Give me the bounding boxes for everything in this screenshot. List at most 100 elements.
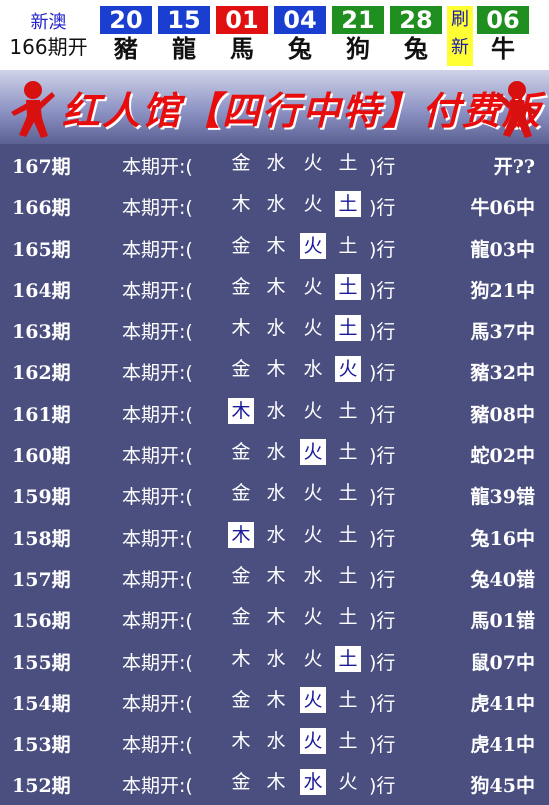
- period-label: 157期: [12, 568, 71, 591]
- element-3: 火: [300, 232, 326, 259]
- period-label: 155期: [12, 651, 71, 674]
- element-2: 木: [266, 358, 286, 381]
- element-3: 火: [303, 606, 323, 629]
- ball-2: 15 龍: [158, 6, 210, 66]
- element-2: 水: [266, 317, 286, 340]
- list-item: 152期 本期开:(金木水火)行 狗45中: [0, 763, 549, 804]
- element-1: 木: [231, 193, 251, 216]
- element-4: 火: [335, 356, 361, 383]
- result-label: 虎41中: [470, 734, 535, 757]
- element-4: 土: [335, 191, 361, 218]
- label-prefix: 本期开:(: [122, 486, 193, 509]
- list-item: 154期 本期开:(金木火土)行 虎41中: [0, 681, 549, 722]
- page: 新澳 166期开 20 豬 15 龍 01 馬 04 兔 21 狗 28 兔刷新 06 牛 红人馆【四行中…: [0, 0, 549, 800]
- issue-label: 166期开: [9, 35, 88, 59]
- result-label: 狗21中: [470, 279, 535, 302]
- list-item: 156期 本期开:(金木火土)行 馬01错: [0, 598, 549, 639]
- period-label: 160期: [12, 445, 71, 468]
- list-item: 163期 本期开:(木水火土)行 馬37中: [0, 309, 549, 350]
- ball-zodiac: 豬: [114, 35, 138, 63]
- label-prefix: 本期开:(: [122, 775, 193, 798]
- ball-number: 06: [477, 6, 529, 34]
- element-1: 金: [231, 152, 251, 174]
- result-label: 兔16中: [470, 527, 535, 550]
- label-suffix: )行: [369, 362, 396, 385]
- label-suffix: )行: [369, 734, 396, 757]
- result-label: 鼠07中: [470, 651, 535, 674]
- label-prefix: 本期开:(: [122, 692, 193, 715]
- element-1: 木: [231, 317, 251, 340]
- ball-4: 04 兔: [274, 6, 326, 66]
- ball-1: 20 豬: [100, 6, 152, 66]
- element-4: 土: [338, 399, 358, 422]
- element-2: 水: [266, 193, 286, 216]
- element-4: 土: [338, 234, 358, 257]
- element-3: 火: [303, 193, 323, 216]
- ball-zodiac: 狗: [346, 35, 370, 63]
- element-3: 火: [300, 728, 326, 755]
- element-2: 水: [266, 647, 286, 670]
- period-label: 156期: [12, 610, 71, 633]
- label-prefix: 本期开:(: [122, 403, 193, 426]
- ball-number: 15: [158, 6, 210, 34]
- result-label: 馬01错: [470, 610, 535, 633]
- label-suffix: )行: [369, 321, 396, 344]
- result-label: 开??: [493, 156, 535, 178]
- element-1: 金: [231, 234, 251, 257]
- label-prefix: 本期开:(: [122, 197, 193, 220]
- list-item: 164期 本期开:(金木火土)行 狗21中: [0, 268, 549, 309]
- label-suffix: )行: [369, 486, 396, 509]
- ball-zodiac: 兔: [288, 35, 312, 63]
- refresh-button[interactable]: 刷新: [447, 6, 473, 66]
- element-1: 木: [228, 397, 254, 424]
- label-suffix: )行: [369, 445, 396, 468]
- element-4: 土: [338, 482, 358, 505]
- label-prefix: 本期开:(: [122, 527, 193, 550]
- element-4: 土: [338, 441, 358, 464]
- result-label: 龍03中: [470, 238, 535, 261]
- element-4: 土: [335, 645, 361, 672]
- element-2: 木: [266, 771, 286, 794]
- element-4: 土: [338, 564, 358, 587]
- element-3: 水: [303, 358, 323, 381]
- element-1: 金: [231, 688, 251, 711]
- prediction-list: 167期 本期开:(金水火土)行 开?? 166期 本期开:(木水火土)行 牛06中 165…: [0, 144, 549, 805]
- red-man-icon: [495, 81, 539, 138]
- period-label: 153期: [12, 734, 71, 757]
- list-item: 160期 本期开:(金水火土)行 蛇02中: [0, 433, 549, 474]
- element-1: 金: [231, 482, 251, 505]
- label-suffix: )行: [369, 403, 396, 426]
- element-1: 金: [231, 564, 251, 587]
- result-label: 牛06中: [470, 197, 535, 220]
- label-suffix: )行: [369, 692, 396, 715]
- ball-zodiac: 牛: [491, 35, 515, 63]
- label-suffix: )行: [369, 156, 396, 178]
- period-label: 166期: [12, 197, 71, 220]
- element-3: 火: [300, 686, 326, 713]
- label-prefix: 本期开:(: [122, 156, 193, 178]
- period-label: 152期: [12, 775, 71, 798]
- period-label: 158期: [12, 527, 71, 550]
- element-4: 土: [338, 523, 358, 546]
- banner-title: 红人馆【四行中特】付费版: [62, 88, 543, 133]
- list-item: 155期 本期开:(木水火土)行 鼠07中: [0, 640, 549, 681]
- result-label: 豬32中: [470, 362, 535, 385]
- element-4: 土: [338, 606, 358, 629]
- element-3: 火: [303, 482, 323, 505]
- list-item: 158期 本期开:(木水火土)行 兔16中: [0, 516, 549, 557]
- label-prefix: 本期开:(: [122, 610, 193, 633]
- ball-5: 21 狗: [332, 6, 384, 66]
- label-prefix: 本期开:(: [122, 279, 193, 302]
- element-1: 木: [228, 521, 254, 548]
- special-ball: 06 牛: [477, 6, 529, 66]
- label-prefix: 本期开:(: [122, 321, 193, 344]
- label-prefix: 本期开:(: [122, 238, 193, 261]
- label-prefix: 本期开:(: [122, 445, 193, 468]
- period-label: 165期: [12, 238, 71, 261]
- list-item: 161期 本期开:(木水火土)行 豬08中: [0, 392, 549, 433]
- label-prefix: 本期开:(: [122, 568, 193, 591]
- refresh-bottom: 新: [451, 37, 469, 58]
- ball-zodiac: 兔: [404, 35, 428, 63]
- ball-zodiac: 馬: [230, 35, 254, 63]
- ball-number: 28: [390, 6, 442, 34]
